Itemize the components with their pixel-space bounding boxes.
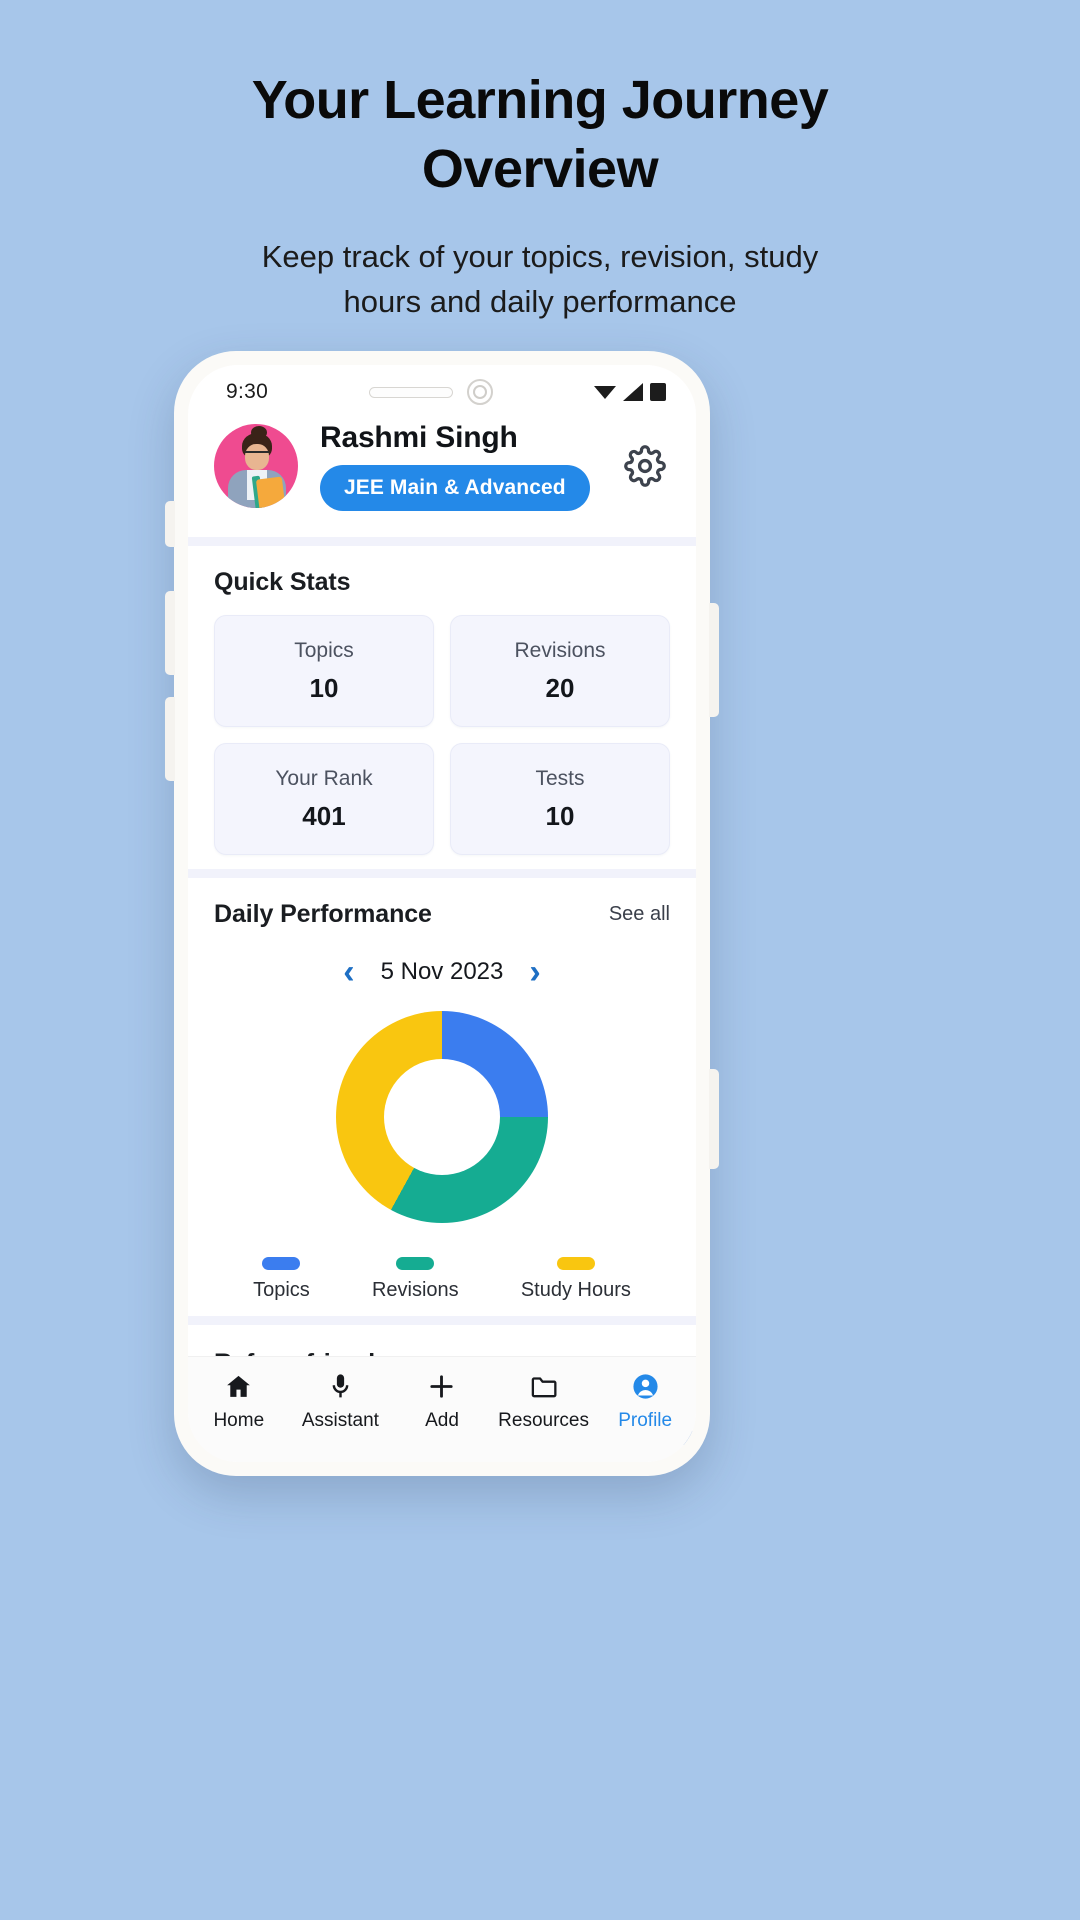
stat-label: Your Rank: [275, 766, 373, 790]
nav-label: Resources: [498, 1410, 589, 1431]
section-divider-2: [188, 869, 696, 878]
folder-icon: [529, 1371, 558, 1401]
phone-button-left-top: [165, 501, 175, 547]
current-date-label: 5 Nov 2023: [380, 958, 504, 985]
legend-item-study-hours: Study Hours: [521, 1257, 631, 1302]
status-time: 9:30: [226, 380, 269, 403]
daily-performance-section: Daily Performance See all ‹ 5 Nov 2023 ›…: [188, 878, 696, 1316]
wifi-triangle-icon: [593, 385, 616, 399]
nav-item-resources[interactable]: Resources: [493, 1371, 595, 1432]
promo-header: Your Learning Journey Overview Keep trac…: [0, 0, 1080, 325]
legend-item-revisions: Revisions: [372, 1257, 459, 1302]
stat-card-your-rank[interactable]: Your Rank 401: [214, 743, 434, 855]
legend-swatch: [262, 1257, 301, 1270]
chevron-right-icon[interactable]: ›: [529, 955, 540, 989]
legend-swatch: [556, 1257, 595, 1270]
phone-power-button: [709, 603, 719, 717]
quick-stats-section: Quick Stats Topics 10 Revisions 20 Your …: [188, 546, 696, 869]
page-title: Your Learning Journey Overview: [251, 70, 829, 200]
bottom-navigation: Home Assistant Add Resources Profile: [188, 1356, 696, 1462]
legend-label: Revisions: [371, 1279, 459, 1301]
date-navigator: ‹ 5 Nov 2023 ›: [214, 955, 670, 989]
gear-icon[interactable]: [624, 445, 666, 487]
battery-icon: [649, 383, 666, 401]
stat-value: 10: [309, 672, 339, 703]
notch-area: [369, 379, 494, 405]
microphone-icon: [326, 1371, 355, 1401]
signal-icon: [622, 383, 643, 401]
nav-item-home[interactable]: Home: [188, 1371, 290, 1432]
page-subtitle: Keep track of your topics, revision, stu…: [261, 239, 819, 320]
stat-value: 10: [545, 800, 575, 831]
phone-volume-up-button: [165, 591, 175, 675]
section-divider: [188, 537, 696, 546]
front-camera-icon: [467, 379, 494, 405]
nav-label: Home: [213, 1410, 265, 1431]
earpiece-speaker: [369, 386, 454, 398]
home-icon: [224, 1371, 253, 1401]
stat-card-tests[interactable]: Tests 10: [450, 743, 670, 855]
legend-item-topics: Topics: [253, 1257, 310, 1302]
stat-card-topics[interactable]: Topics 10: [214, 615, 434, 727]
stat-value: 401: [302, 800, 346, 831]
exam-badge[interactable]: JEE Main & Advanced: [320, 465, 590, 511]
plus-icon: [426, 1371, 457, 1401]
nav-item-assistant[interactable]: Assistant: [290, 1371, 392, 1432]
chart-legend: Topics Revisions Study Hours: [214, 1257, 670, 1302]
nav-label: Add: [425, 1410, 459, 1431]
stat-value: 20: [545, 672, 575, 703]
nav-item-add[interactable]: Add: [391, 1371, 493, 1432]
see-all-link[interactable]: See all: [609, 903, 670, 926]
nav-label: Assistant: [301, 1410, 379, 1431]
legend-swatch: [396, 1257, 435, 1270]
stat-label: Topics: [294, 638, 354, 662]
avatar[interactable]: [214, 424, 298, 508]
daily-performance-title: Daily Performance: [214, 900, 432, 928]
donut-chart[interactable]: [336, 1011, 548, 1223]
chevron-left-icon[interactable]: ‹: [343, 955, 354, 989]
status-icons: [593, 383, 666, 401]
status-bar: 9:30: [188, 365, 696, 411]
phone-button-right-low: [709, 1069, 719, 1169]
nav-item-profile[interactable]: Profile: [594, 1371, 696, 1432]
profile-header: Rashmi Singh JEE Main & Advanced: [188, 411, 696, 537]
nav-label: Profile: [618, 1410, 673, 1431]
phone-volume-down-button: [165, 697, 175, 781]
profile-info: Rashmi Singh JEE Main & Advanced: [320, 421, 602, 511]
stat-label: Revisions: [514, 638, 606, 662]
stat-card-revisions[interactable]: Revisions 20: [450, 615, 670, 727]
phone-mockup: 9:30 Rashmi Singh JEE Main & Advanced Qu…: [165, 351, 719, 1476]
quick-stats-grid: Topics 10 Revisions 20 Your Rank 401 Tes…: [214, 615, 670, 855]
profile-name: Rashmi Singh: [320, 421, 518, 454]
legend-label: Topics: [253, 1279, 310, 1301]
section-divider-3: [188, 1316, 696, 1325]
phone-screen: 9:30 Rashmi Singh JEE Main & Advanced Qu…: [188, 365, 696, 1462]
daily-performance-header: Daily Performance See all: [214, 900, 670, 929]
legend-label: Study Hours: [520, 1279, 631, 1301]
donut-chart-wrap: [214, 1011, 670, 1223]
stat-label: Tests: [535, 766, 585, 790]
quick-stats-title: Quick Stats: [214, 568, 351, 596]
person-circle-icon: [631, 1371, 660, 1401]
